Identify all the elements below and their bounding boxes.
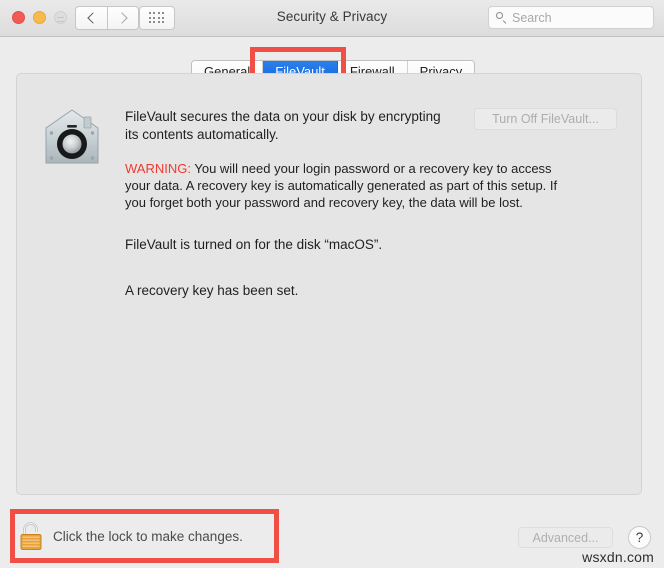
turn-off-filevault-button[interactable]: Turn Off FileVault... (474, 108, 617, 130)
filevault-status-disk: FileVault is turned on for the disk “mac… (125, 237, 383, 252)
help-button[interactable]: ? (628, 526, 651, 549)
search-icon (496, 12, 507, 23)
window-titlebar: Security & Privacy Search (0, 0, 664, 37)
filevault-safe-icon (45, 109, 99, 164)
security-privacy-window: Security & Privacy Search General FileVa… (0, 0, 664, 568)
lock-instruction-label: Click the lock to make changes. (53, 528, 243, 544)
filevault-panel: FileVault secures the data on your disk … (16, 73, 642, 495)
lock-row[interactable]: Click the lock to make changes. (18, 517, 243, 555)
filevault-description-block: FileVault secures the data on your disk … (125, 108, 557, 298)
warning-label: WARNING: (125, 161, 191, 176)
filevault-warning-text: WARNING: You will need your login passwo… (125, 160, 577, 211)
unlocked-padlock-icon[interactable] (18, 521, 44, 551)
filevault-status-recovery-key: A recovery key has been set. (125, 283, 299, 298)
search-input[interactable]: Search (512, 11, 552, 25)
watermark: wsxdn.com (582, 549, 654, 565)
search-field[interactable]: Search (488, 6, 654, 29)
advanced-button[interactable]: Advanced... (518, 527, 613, 548)
filevault-intro-text: FileVault secures the data on your disk … (125, 109, 441, 142)
